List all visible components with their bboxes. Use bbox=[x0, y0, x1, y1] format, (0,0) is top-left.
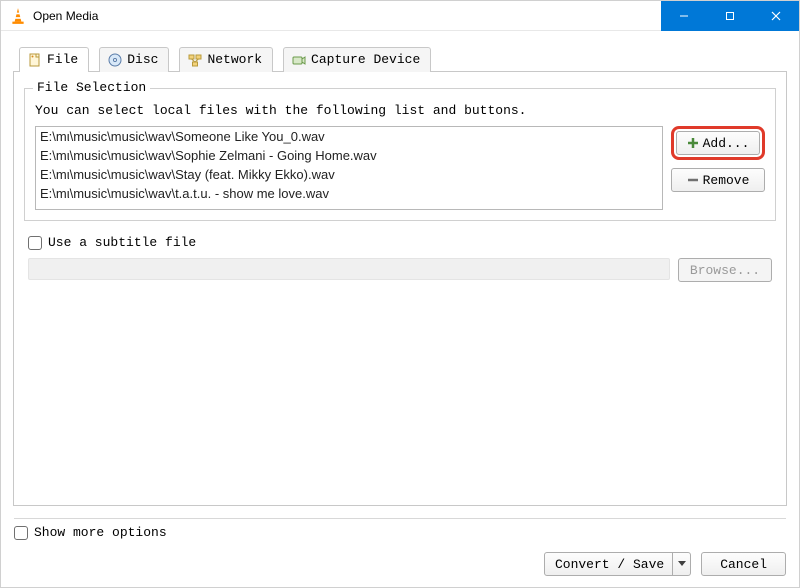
subtitle-checkbox[interactable] bbox=[28, 236, 42, 250]
highlight-annotation: Add... bbox=[671, 126, 765, 160]
plus-icon bbox=[687, 137, 699, 149]
file-icon bbox=[28, 53, 42, 67]
browse-button: Browse... bbox=[678, 258, 772, 282]
tab-label: Capture Device bbox=[311, 52, 420, 67]
vlc-cone-icon bbox=[9, 7, 27, 25]
list-item[interactable]: E:\mι\music\music\wav\Someone Like You_0… bbox=[36, 127, 662, 146]
disc-icon bbox=[108, 53, 122, 67]
help-text: You can select local files with the foll… bbox=[35, 103, 765, 118]
titlebar: Open Media bbox=[1, 1, 799, 31]
subtitle-path-field bbox=[28, 258, 670, 280]
button-label: Remove bbox=[703, 173, 750, 188]
tab-label: File bbox=[47, 52, 78, 67]
list-item[interactable]: E:\mι\music\music\wav\t.a.t.u. - show me… bbox=[36, 184, 662, 203]
close-button[interactable] bbox=[753, 1, 799, 31]
convert-dropdown-toggle[interactable] bbox=[672, 553, 690, 575]
capture-icon bbox=[292, 53, 306, 67]
button-label: Cancel bbox=[720, 557, 767, 572]
tab-disc[interactable]: Disc bbox=[99, 47, 169, 72]
tabs: File Disc Network Capture Device bbox=[19, 47, 787, 72]
subtitle-checkbox-row[interactable]: Use a subtitle file bbox=[24, 235, 776, 250]
tab-network[interactable]: Network bbox=[179, 47, 273, 72]
tab-capture-device[interactable]: Capture Device bbox=[283, 47, 431, 72]
maximize-button[interactable] bbox=[707, 1, 753, 31]
tab-label: Network bbox=[207, 52, 262, 67]
chevron-down-icon bbox=[678, 561, 686, 567]
divider bbox=[14, 518, 786, 519]
list-item[interactable]: E:\mι\music\music\wav\Stay (feat. Mikky … bbox=[36, 165, 662, 184]
network-icon bbox=[188, 53, 202, 67]
tab-label: Disc bbox=[127, 52, 158, 67]
show-more-options-row[interactable]: Show more options bbox=[14, 525, 786, 540]
footer: Show more options Convert / Save Cancel bbox=[0, 518, 800, 588]
show-more-label: Show more options bbox=[34, 525, 167, 540]
file-list[interactable]: E:\mι\music\music\wav\Someone Like You_0… bbox=[35, 126, 663, 210]
group-title: File Selection bbox=[33, 80, 150, 95]
minus-icon bbox=[687, 174, 699, 186]
list-item[interactable]: E:\mι\music\music\wav\Sophie Zelmani - G… bbox=[36, 146, 662, 165]
window-title: Open Media bbox=[33, 9, 661, 23]
cancel-button[interactable]: Cancel bbox=[701, 552, 786, 576]
button-label: Convert / Save bbox=[555, 557, 672, 572]
file-selection-group: File Selection You can select local file… bbox=[24, 88, 776, 221]
button-label: Add... bbox=[703, 136, 750, 151]
tab-panel-file: File Selection You can select local file… bbox=[13, 71, 787, 506]
add-button[interactable]: Add... bbox=[676, 131, 760, 155]
window-controls bbox=[661, 1, 799, 30]
minimize-button[interactable] bbox=[661, 1, 707, 31]
tab-file[interactable]: File bbox=[19, 47, 89, 72]
convert-save-button[interactable]: Convert / Save bbox=[544, 552, 691, 576]
show-more-checkbox[interactable] bbox=[14, 526, 28, 540]
subtitle-checkbox-label: Use a subtitle file bbox=[48, 235, 196, 250]
remove-button[interactable]: Remove bbox=[671, 168, 765, 192]
button-label: Browse... bbox=[690, 263, 760, 278]
